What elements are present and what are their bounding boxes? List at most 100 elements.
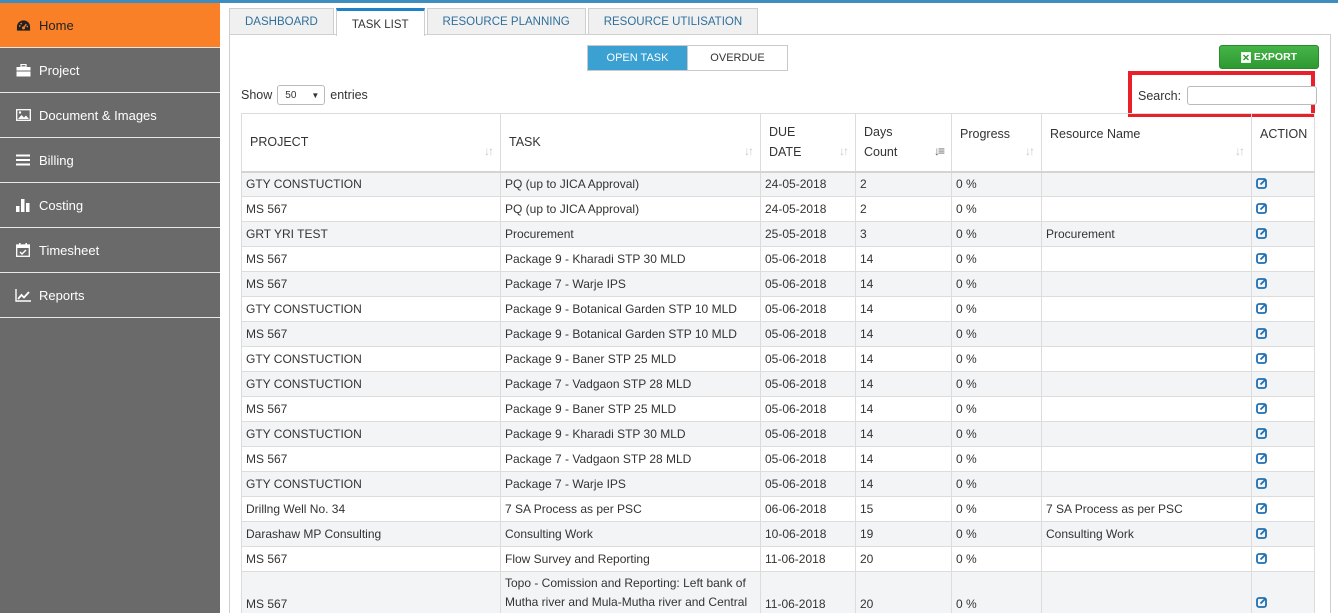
due-date-cell: 05-06-2018 — [760, 421, 856, 447]
days-count-cell: 14 — [855, 321, 952, 347]
edit-icon[interactable] — [1256, 401, 1268, 417]
due-date-cell: 11-06-2018 — [760, 546, 856, 572]
resource-name-cell: Procurement — [1041, 221, 1252, 247]
days-count-cell: 14 — [855, 246, 952, 272]
resource-name-cell — [1041, 546, 1252, 572]
tab-task-list[interactable]: TASK LIST — [335, 8, 425, 36]
edit-icon[interactable] — [1256, 351, 1268, 367]
table-row: MS 567 Package 7 - Warje IPS 05-06-2018 14 0… — [241, 271, 1315, 297]
project-cell: MS 567 — [241, 396, 501, 422]
days-count-cell: 2 — [855, 171, 952, 197]
table-body: GTY CONSTUCTION PQ (up to JICA Approval) 2… — [241, 171, 1315, 613]
project-cell: Drillng Well No. 34 — [241, 496, 501, 522]
sidebar-item-label: Reports — [39, 287, 85, 303]
edit-icon[interactable] — [1256, 301, 1268, 317]
edit-icon[interactable] — [1256, 451, 1268, 467]
image-icon — [14, 108, 32, 122]
due-date-cell: 11-06-2018 — [760, 571, 856, 613]
tab-dashboard[interactable]: DASHBOARD — [229, 8, 334, 34]
edit-icon[interactable] — [1256, 526, 1268, 542]
due-date-cell: 24-05-2018 — [760, 196, 856, 222]
project-cell: MS 567 — [241, 321, 501, 347]
sidebar-item-reports[interactable]: Reports — [0, 273, 220, 318]
table-row: MS 567 Topo - Comission and Reporting: Le… — [241, 571, 1315, 613]
resource-name-cell — [1041, 371, 1252, 397]
tab-resource-planning[interactable]: RESOURCE PLANNING — [426, 8, 586, 34]
sidebar-item-home[interactable]: Home — [0, 3, 220, 48]
due-date-cell: 05-06-2018 — [760, 446, 856, 472]
progress-cell: 0 % — [951, 246, 1042, 272]
edit-icon[interactable] — [1256, 326, 1268, 342]
due-date-cell: 24-05-2018 — [760, 171, 856, 197]
page-length-select[interactable]: 50 ▼ — [277, 85, 326, 105]
days-count-cell: 14 — [855, 346, 952, 372]
sidebar-item-costing[interactable]: Costing — [0, 183, 220, 228]
tab-bar: DASHBOARD TASK LIST RESOURCE PLANNING RE… — [229, 8, 760, 36]
edit-icon[interactable] — [1256, 177, 1268, 192]
edit-icon[interactable] — [1256, 596, 1268, 611]
action-cell — [1251, 171, 1315, 197]
edit-icon[interactable] — [1256, 501, 1268, 517]
column-header-resource-name[interactable]: Resource Name ↓↑ — [1041, 113, 1252, 173]
edit-icon[interactable] — [1256, 201, 1268, 217]
project-cell: GRT YRI TEST — [241, 221, 501, 247]
due-date-cell: 05-06-2018 — [760, 271, 856, 297]
days-count-cell: 15 — [855, 496, 952, 522]
project-cell: GTY CONSTUCTION — [241, 346, 501, 372]
table-header-row: PROJECT ↓↑ TASK ↓↑ DUE DATE ↓↑ Days Count ↓≡… — [241, 113, 1315, 173]
table-row: GTY CONSTUCTION Package 9 - Kharadi STP 3… — [241, 421, 1315, 447]
resource-name-cell — [1041, 321, 1252, 347]
table-row: GTY CONSTUCTION Package 7 - Vadgaon STP 2… — [241, 371, 1315, 397]
open-task-button[interactable]: OPEN TASK — [588, 46, 687, 70]
resource-name-cell — [1041, 171, 1252, 197]
edit-icon[interactable] — [1256, 476, 1268, 492]
overdue-button[interactable]: OVERDUE — [687, 46, 787, 70]
sidebar-item-label: Billing — [39, 152, 74, 168]
sidebar-item-document-images[interactable]: Document & Images — [0, 93, 220, 138]
project-cell: Darashaw MP Consulting — [241, 521, 501, 547]
progress-cell: 0 % — [951, 296, 1042, 322]
table-row: Darashaw MP Consulting Consulting Work 10-… — [241, 521, 1315, 547]
edit-icon[interactable] — [1256, 551, 1268, 567]
search-input[interactable] — [1187, 86, 1318, 105]
column-header-due-date[interactable]: DUE DATE ↓↑ — [760, 113, 856, 173]
sidebar-item-timesheet[interactable]: Timesheet — [0, 228, 220, 273]
export-button[interactable]: EXPORT — [1219, 45, 1319, 69]
days-count-cell: 19 — [855, 521, 952, 547]
sidebar: Home Project Document & Images Billing C… — [0, 3, 220, 613]
project-cell: MS 567 — [241, 571, 501, 613]
resource-name-cell — [1041, 246, 1252, 272]
column-header-progress[interactable]: Progress ↓↑ — [951, 113, 1042, 173]
due-date-cell: 05-06-2018 — [760, 471, 856, 497]
progress-cell: 0 % — [951, 371, 1042, 397]
excel-file-icon — [1240, 51, 1251, 63]
days-count-cell: 14 — [855, 296, 952, 322]
sidebar-item-label: Timesheet — [39, 242, 100, 258]
action-cell — [1251, 246, 1315, 272]
column-header-days-count[interactable]: Days Count ↓≡ — [855, 113, 952, 173]
days-count-cell: 14 — [855, 446, 952, 472]
search-highlight-box: Search: — [1128, 71, 1318, 117]
project-cell: GTY CONSTUCTION — [241, 296, 501, 322]
edit-icon[interactable] — [1256, 376, 1268, 392]
column-header-task[interactable]: TASK ↓↑ — [500, 113, 761, 173]
chevron-down-icon: ▼ — [311, 90, 320, 100]
edit-icon[interactable] — [1256, 426, 1268, 442]
sidebar-item-billing[interactable]: Billing — [0, 138, 220, 183]
project-cell: MS 567 — [241, 271, 501, 297]
sidebar-item-project[interactable]: Project — [0, 48, 220, 93]
action-cell — [1251, 521, 1315, 547]
task-cell: PQ (up to JICA Approval) — [500, 196, 761, 222]
task-cell: Package 9 - Baner STP 25 MLD — [500, 396, 761, 422]
edit-icon[interactable] — [1256, 226, 1268, 242]
column-header-project[interactable]: PROJECT ↓↑ — [241, 113, 501, 173]
due-date-cell: 25-05-2018 — [760, 221, 856, 247]
resource-name-cell: Consulting Work — [1041, 521, 1252, 547]
page-length-value: 50 — [285, 89, 297, 101]
tab-resource-utilisation[interactable]: RESOURCE UTILISATION — [587, 8, 759, 34]
action-cell — [1251, 571, 1315, 613]
action-cell — [1251, 496, 1315, 522]
edit-icon[interactable] — [1256, 251, 1268, 267]
progress-cell: 0 % — [951, 496, 1042, 522]
edit-icon[interactable] — [1256, 276, 1268, 292]
